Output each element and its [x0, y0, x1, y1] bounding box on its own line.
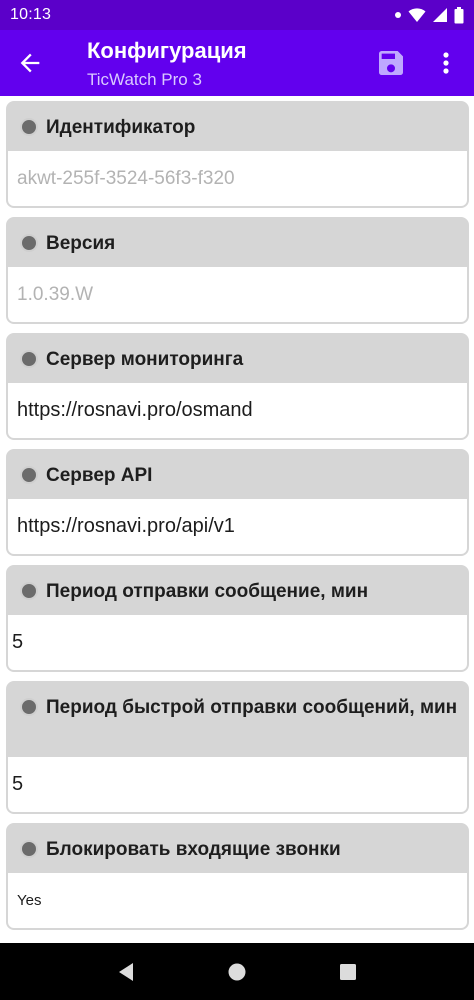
status-dot-icon [20, 698, 38, 716]
cell-signal-icon [433, 8, 447, 22]
api-server-input[interactable]: https://rosnavi.pro/api/v1 [8, 499, 467, 554]
setting-card-api-server: Сервер API https://rosnavi.pro/api/v1 [6, 449, 469, 556]
status-dot-icon [20, 234, 38, 252]
block-calls-value[interactable]: Yes [8, 873, 467, 928]
battery-icon [454, 6, 464, 23]
status-dot-icon [20, 350, 38, 368]
setting-header: Сервер мониторинга [6, 333, 469, 373]
setting-label: Период быстрой отправки сообщений, мин [46, 697, 458, 718]
device-subtitle: TicWatch Pro 3 [87, 70, 202, 89]
nav-back-icon[interactable] [115, 961, 137, 983]
send-period-input[interactable]: 5 [8, 615, 467, 670]
status-dot-icon [20, 466, 38, 484]
setting-label: Сервер API [46, 465, 153, 486]
setting-card-block-calls: Блокировать входящие звонки Yes [6, 823, 469, 930]
version-value: 1.0.39.W [8, 267, 467, 322]
setting-header: Блокировать входящие звонки [6, 823, 469, 863]
page-title: Конфигурация [87, 38, 247, 63]
setting-header: Версия [6, 217, 469, 257]
setting-label: Версия [46, 233, 116, 254]
monitoring-server-input[interactable]: https://rosnavi.pro/osmand [8, 383, 467, 438]
setting-header: Период отправки сообщение, мин [6, 565, 469, 605]
status-dot-icon [20, 582, 38, 600]
setting-label: Сервер мониторинга [46, 349, 244, 370]
navigation-bar [0, 943, 474, 1000]
save-icon[interactable] [375, 47, 407, 79]
setting-card-send-period: Период отправки сообщение, мин 5 [6, 565, 469, 672]
identifier-value: akwt-255f-3524-56f3-f320 [8, 151, 467, 206]
wifi-icon [408, 8, 426, 22]
settings-list: Идентификатор akwt-255f-3524-56f3-f320 В… [0, 96, 474, 943]
nav-home-icon[interactable] [226, 961, 248, 983]
setting-card-version: Версия 1.0.39.W [6, 217, 469, 324]
setting-card-monitoring-server: Сервер мониторинга https://rosnavi.pro/o… [6, 333, 469, 440]
status-time: 10:13 [10, 6, 52, 23]
setting-header: Идентификатор [6, 101, 469, 141]
setting-card-fast-send-period: Период быстрой отправки сообщений, мин 5 [6, 681, 469, 814]
setting-header: Период быстрой отправки сообщений, мин [6, 681, 469, 721]
setting-label: Идентификатор [46, 117, 196, 138]
status-dot-icon [20, 840, 38, 858]
setting-label: Период отправки сообщение, мин [46, 581, 369, 602]
back-arrow-icon[interactable] [16, 49, 44, 77]
setting-label: Блокировать входящие звонки [46, 839, 341, 860]
setting-header: Сервер API [6, 449, 469, 489]
signal-dot-icon [395, 12, 401, 18]
setting-card-identifier: Идентификатор akwt-255f-3524-56f3-f320 [6, 101, 469, 208]
nav-recents-icon[interactable] [337, 961, 359, 983]
status-dot-icon [20, 118, 38, 136]
system-icons [394, 6, 464, 24]
app-bar: Конфигурация TicWatch Pro 3 [0, 30, 474, 96]
more-vert-icon[interactable] [436, 49, 456, 77]
status-bar: 10:13 [0, 0, 474, 30]
fast-send-period-input[interactable]: 5 [8, 757, 467, 812]
